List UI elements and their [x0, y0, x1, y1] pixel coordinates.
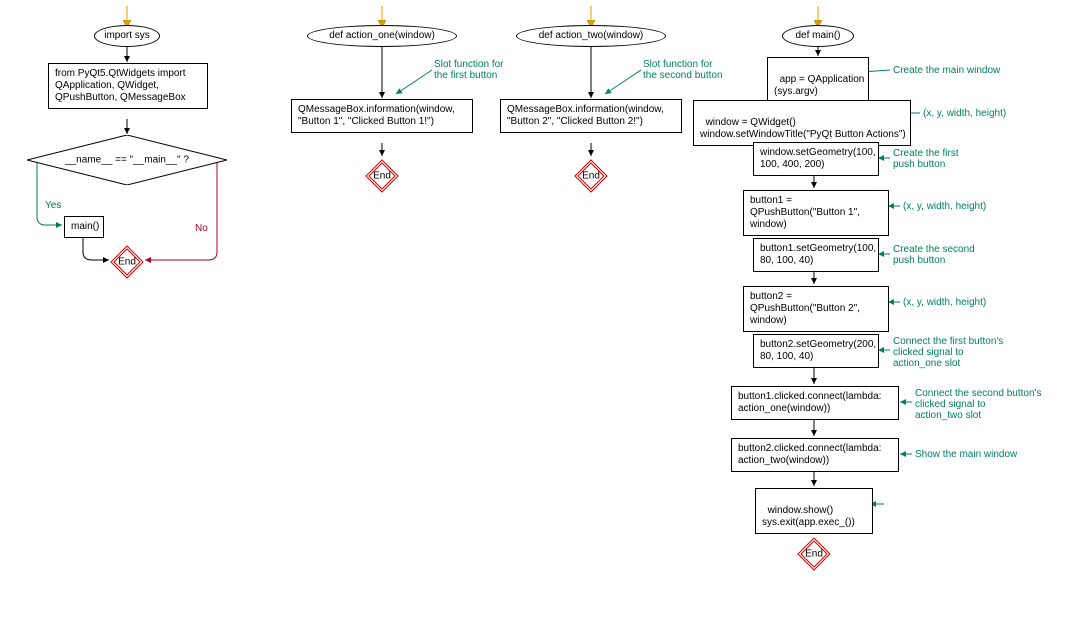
annot-a8: Connect the second button's clicked sign… — [915, 388, 1041, 421]
annot-a5: Create the second push button — [893, 244, 975, 266]
rect-label: button2 = QPushButton("Button 2", window… — [750, 291, 860, 326]
end-node-col2: End — [364, 158, 400, 194]
ellipse-def-main: def main() — [782, 25, 854, 47]
rect-label: from PyQt5.QtWidgets import QApplication… — [55, 68, 186, 103]
ellipse-label: def action_two(window) — [539, 30, 644, 42]
ellipse-def-action-one: def action_one(window) — [307, 25, 457, 47]
rect-imports: from PyQt5.QtWidgets import QApplication… — [48, 63, 208, 109]
rect-main-call: main() — [64, 216, 104, 238]
annot-a1: Create the main window — [893, 65, 1000, 76]
rect-s10: window.show() sys.exit(app.exec_()) — [755, 488, 873, 534]
rect-s8: button1.clicked.connect(lambda: action_o… — [731, 386, 899, 420]
ellipse-label: def main() — [795, 30, 840, 42]
decision-label: __name__ == "__main__" ? — [27, 155, 227, 166]
rect-label: button1 = QPushButton("Button 1", window… — [750, 195, 860, 230]
annot-a2: (x, y, width, height) — [923, 108, 1006, 119]
end-label: End — [364, 171, 400, 182]
rect-label: window = QWidget() window.setWindowTitle… — [700, 117, 906, 140]
annot-action-one: Slot function for the first button — [434, 59, 503, 81]
ellipse-def-action-two: def action_two(window) — [516, 25, 666, 47]
rect-label: app = QApplication (sys.argv) — [774, 74, 864, 97]
ellipse-import-sys: import sys — [94, 25, 160, 47]
decision-name-main: __name__ == "__main__" ? — [27, 135, 227, 185]
end-node-col1: End — [109, 244, 145, 280]
rect-s7: button2.setGeometry(200, 80, 100, 40) — [753, 334, 879, 368]
annot-a4: (x, y, width, height) — [903, 201, 986, 212]
rect-s1: app = QApplication (sys.argv) — [767, 57, 869, 103]
annot-a9: Show the main window — [915, 449, 1017, 460]
rect-label: window.setGeometry(100, 100, 400, 200) — [760, 147, 876, 170]
rect-s3: window.setGeometry(100, 100, 400, 200) — [753, 142, 879, 176]
end-node-col3: End — [573, 158, 609, 194]
rect-s9: button2.clicked.connect(lambda: action_t… — [731, 438, 899, 472]
rect-label: QMessageBox.information(window, "Button … — [298, 104, 455, 127]
rect-label: QMessageBox.information(window, "Button … — [507, 104, 664, 127]
rect-label: button2.setGeometry(200, 80, 100, 40) — [760, 339, 876, 362]
edge-label-no: No — [195, 223, 208, 234]
annot-a3: Create the first push button — [893, 148, 959, 170]
flowchart-canvas: import sys from PyQt5.QtWidgets import Q… — [0, 0, 1083, 625]
end-label: End — [109, 257, 145, 268]
ellipse-label: def action_one(window) — [329, 30, 435, 42]
edge-label-yes: Yes — [45, 200, 61, 211]
rect-s5: button1.setGeometry(100, 80, 100, 40) — [753, 238, 879, 272]
rect-action-one-body: QMessageBox.information(window, "Button … — [291, 99, 473, 133]
rect-label: button1.setGeometry(100, 80, 100, 40) — [760, 243, 876, 266]
end-label: End — [573, 171, 609, 182]
rect-s4: button1 = QPushButton("Button 1", window… — [743, 190, 889, 236]
end-node-col4: End — [796, 536, 832, 572]
rect-s2: window = QWidget() window.setWindowTitle… — [693, 100, 911, 146]
ellipse-label: import sys — [104, 30, 150, 42]
end-label: End — [796, 549, 832, 560]
rect-label: button1.clicked.connect(lambda: action_o… — [738, 391, 881, 414]
annot-a7: Connect the first button's clicked signa… — [893, 336, 1003, 369]
rect-label: window.show() sys.exit(app.exec_()) — [762, 505, 855, 528]
rect-action-two-body: QMessageBox.information(window, "Button … — [500, 99, 682, 133]
annot-action-two: Slot function for the second button — [643, 59, 723, 81]
rect-label: button2.clicked.connect(lambda: action_t… — [738, 443, 881, 466]
rect-s6: button2 = QPushButton("Button 2", window… — [743, 286, 889, 332]
annot-a6: (x, y, width, height) — [903, 297, 986, 308]
rect-label: main() — [71, 221, 99, 232]
